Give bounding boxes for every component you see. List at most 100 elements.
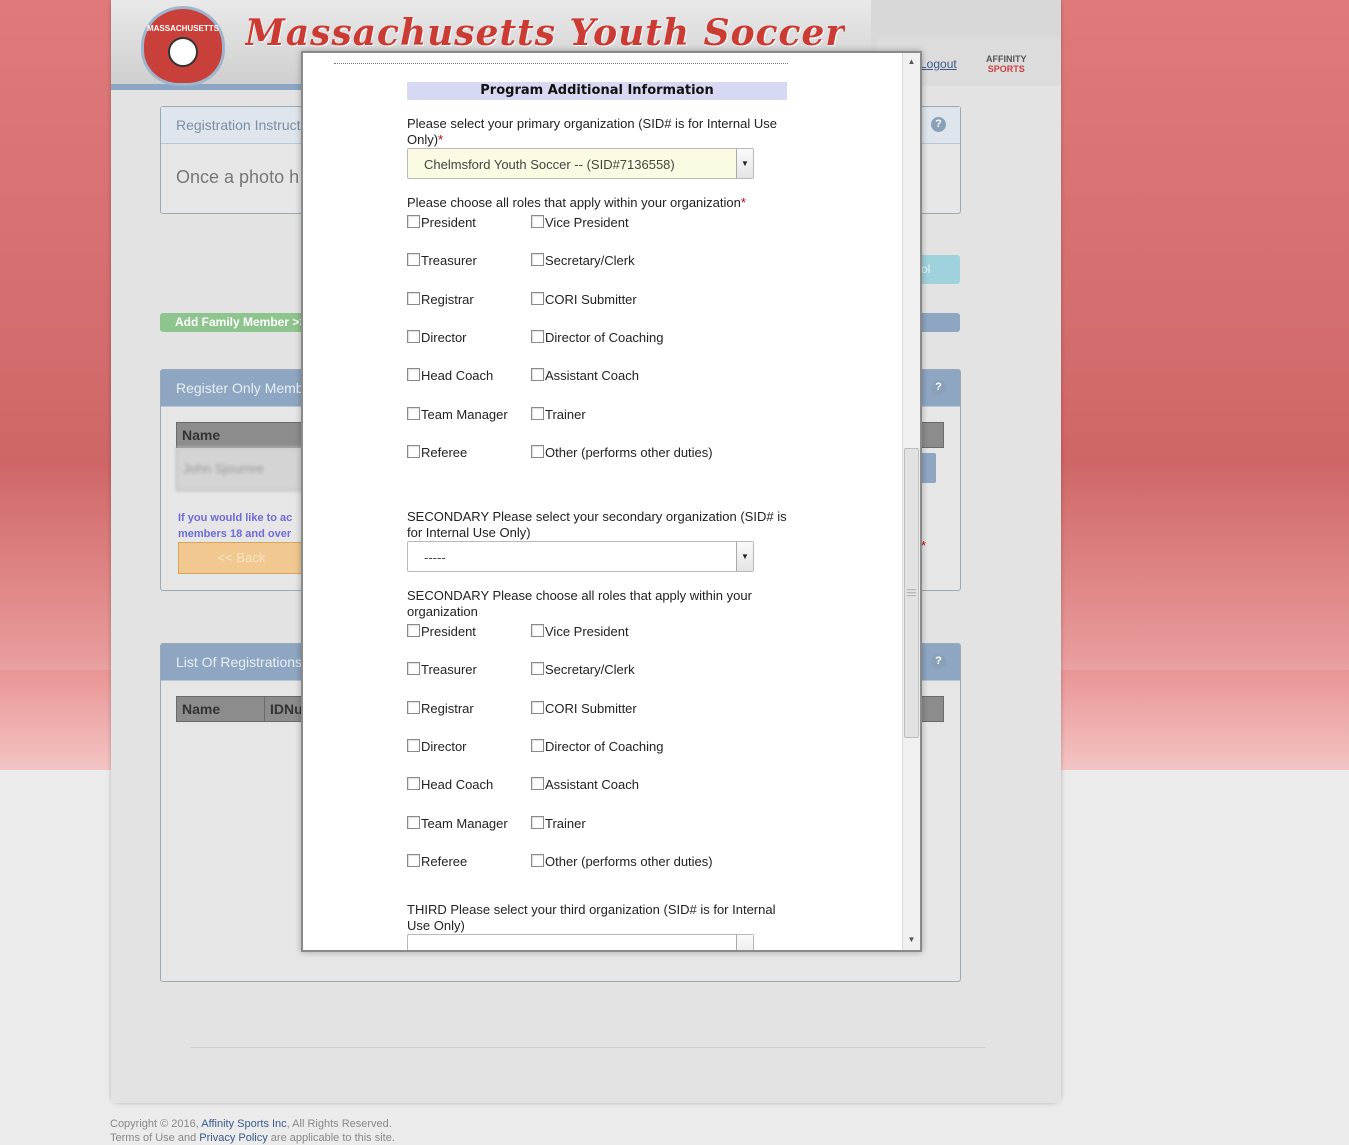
primary-org-select[interactable]: Chelmsford Youth Soccer -- (SID#7136558)… [407, 148, 754, 179]
checkbox[interactable] [531, 854, 544, 867]
primary-role-cori-submitter[interactable]: CORI Submitter [531, 292, 637, 308]
primary-role-assistant-coach[interactable]: Assistant Coach [531, 368, 639, 384]
role-label: President [421, 624, 476, 639]
info-text-line-2: members 18 and over [178, 528, 292, 540]
checkbox[interactable] [407, 215, 420, 228]
scroll-down-icon[interactable]: ▼ [903, 933, 920, 947]
secondary-org-select[interactable]: ----- ▼ [407, 541, 754, 572]
checkbox[interactable] [407, 701, 420, 714]
primary-role-head-coach[interactable]: Head Coach [407, 368, 493, 384]
checkbox[interactable] [407, 816, 420, 829]
checkbox[interactable] [407, 368, 420, 381]
primary-role-team-manager[interactable]: Team Manager [407, 407, 508, 423]
secondary-role-treasurer[interactable]: Treasurer [407, 662, 477, 678]
checkbox[interactable] [531, 662, 544, 675]
primary-role-other-performs-other-duties[interactable]: Other (performs other duties) [531, 445, 713, 461]
company-link[interactable]: Affinity Sports Inc [201, 1118, 286, 1130]
secondary-role-president[interactable]: President [407, 624, 476, 640]
checkbox[interactable] [531, 330, 544, 343]
checkbox[interactable] [407, 330, 420, 343]
secondary-role-referee[interactable]: Referee [407, 854, 467, 870]
third-org-select[interactable] [407, 934, 754, 950]
checkbox[interactable] [407, 253, 420, 266]
terms-prefix: Terms of Use and [110, 1132, 200, 1144]
chevron-down-icon[interactable]: ▼ [736, 542, 753, 571]
role-label: Assistant Coach [545, 777, 639, 792]
checkbox[interactable] [407, 445, 420, 458]
primary-role-vice-president[interactable]: Vice President [531, 215, 629, 231]
secondary-role-secretary-clerk[interactable]: Secretary/Clerk [531, 662, 635, 678]
checkbox[interactable] [531, 739, 544, 752]
checkbox[interactable] [531, 701, 544, 714]
site-logo[interactable]: MASSACHUSETTS [141, 6, 225, 86]
checkbox[interactable] [531, 624, 544, 637]
modal-scrollbar[interactable]: ▲ — — — ▼ [902, 53, 920, 950]
role-label: Other (performs other duties) [545, 445, 713, 460]
affinity-logo-bottom: SPORTS [987, 63, 1025, 74]
help-icon[interactable]: ? [931, 117, 946, 132]
logout-link[interactable]: Logout [920, 57, 957, 71]
secondary-role-vice-president[interactable]: Vice President [531, 624, 629, 640]
copyright-suffix: , All Rights Reserved. [286, 1118, 392, 1130]
primary-org-selected: Chelmsford Youth Soccer -- (SID#7136558) [424, 157, 675, 172]
role-label: Other (performs other duties) [545, 854, 713, 869]
affinity-sports-logo[interactable]: AFFINITY SPORTS [986, 54, 1027, 75]
primary-role-referee[interactable]: Referee [407, 445, 467, 461]
role-label: Vice President [545, 215, 629, 230]
role-label: Registrar [421, 292, 474, 307]
secondary-org-question: SECONDARY Please select your secondary o… [407, 509, 787, 540]
primary-role-president[interactable]: President [407, 215, 476, 231]
secondary-role-trainer[interactable]: Trainer [531, 816, 586, 832]
checkbox[interactable] [407, 624, 420, 637]
checkbox[interactable] [407, 739, 420, 752]
secondary-role-registrar[interactable]: Registrar [407, 701, 474, 717]
role-label: Registrar [421, 701, 474, 716]
secondary-role-team-manager[interactable]: Team Manager [407, 816, 508, 832]
secondary-role-director[interactable]: Director [407, 739, 467, 755]
checkbox[interactable] [531, 816, 544, 829]
photo-instruction-text: Once a photo h [176, 167, 300, 187]
checkbox[interactable] [531, 777, 544, 790]
chevron-down-icon[interactable] [736, 935, 753, 950]
secondary-role-head-coach[interactable]: Head Coach [407, 777, 493, 793]
primary-role-registrar[interactable]: Registrar [407, 292, 474, 308]
secondary-role-assistant-coach[interactable]: Assistant Coach [531, 777, 639, 793]
checkbox[interactable] [531, 292, 544, 305]
checkbox[interactable] [531, 215, 544, 228]
logo-text: MASSACHUSETTS [146, 24, 219, 34]
back-button[interactable]: << Back [178, 542, 305, 574]
secondary-role-other-performs-other-duties[interactable]: Other (performs other duties) [531, 854, 713, 870]
info-text: If you would like to ac members 18 and o… [178, 510, 292, 542]
help-icon[interactable]: ? [931, 380, 946, 395]
secondary-role-director-of-coaching[interactable]: Director of Coaching [531, 739, 664, 755]
primary-role-treasurer[interactable]: Treasurer [407, 253, 477, 269]
role-label: Trainer [545, 407, 586, 422]
role-label: Head Coach [421, 368, 494, 383]
checkbox[interactable] [407, 407, 420, 420]
checkbox[interactable] [531, 407, 544, 420]
checkbox[interactable] [531, 253, 544, 266]
role-label: CORI Submitter [545, 701, 637, 716]
primary-roles-question: Please choose all roles that apply withi… [407, 195, 787, 211]
primary-role-trainer[interactable]: Trainer [531, 407, 586, 423]
help-icon[interactable]: ? [931, 654, 946, 669]
copyright-prefix: Copyright © 2016, [110, 1118, 202, 1130]
checkbox[interactable] [531, 445, 544, 458]
privacy-policy-link[interactable]: Privacy Policy [199, 1132, 267, 1144]
primary-role-secretary-clerk[interactable]: Secretary/Clerk [531, 253, 635, 269]
role-label: Trainer [545, 816, 586, 831]
footer-divider [190, 1047, 986, 1048]
checkbox[interactable] [407, 292, 420, 305]
checkbox[interactable] [407, 854, 420, 867]
role-label: Director of Coaching [545, 330, 664, 345]
primary-role-director-of-coaching[interactable]: Director of Coaching [531, 330, 664, 346]
checkbox[interactable] [407, 662, 420, 675]
chevron-down-icon[interactable]: ▼ [736, 149, 753, 178]
checkbox[interactable] [407, 777, 420, 790]
scroll-up-icon[interactable]: ▲ [903, 55, 920, 69]
checkbox[interactable] [531, 368, 544, 381]
role-label: Director [421, 739, 467, 754]
role-label: Team Manager [421, 407, 508, 422]
primary-role-director[interactable]: Director [407, 330, 467, 346]
secondary-role-cori-submitter[interactable]: CORI Submitter [531, 701, 637, 717]
